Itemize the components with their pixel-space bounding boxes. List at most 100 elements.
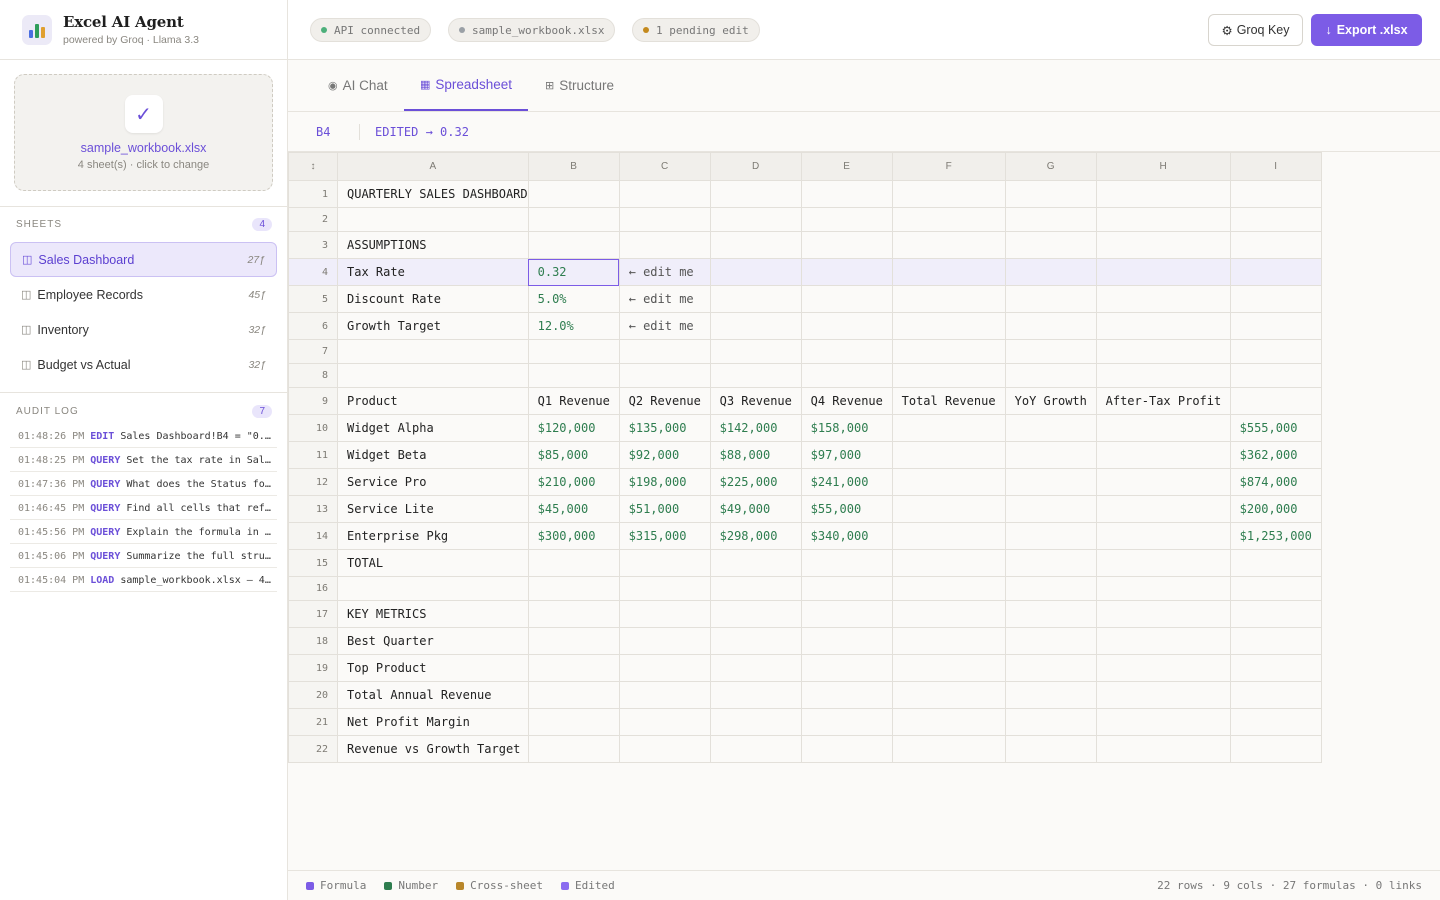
audit-log-item[interactable]: 01:48:25 PM QUERY Set the tax rate in Sa… (10, 450, 277, 472)
grid-cell[interactable] (1004, 681, 1097, 709)
grid-cell[interactable] (891, 180, 1006, 208)
grid-cell[interactable] (1229, 600, 1322, 628)
grid-cell[interactable]: $158,000 (800, 414, 893, 442)
grid-cell[interactable] (1095, 708, 1231, 736)
grid-cell[interactable] (1095, 339, 1231, 364)
grid-cell[interactable] (618, 735, 711, 763)
grid-cell[interactable]: 5.0% (527, 285, 620, 313)
grid-cell[interactable]: $88,000 (709, 441, 802, 469)
export-button[interactable]: ↓ Export .xlsx (1311, 14, 1422, 46)
grid-cell[interactable]: $340,000 (800, 522, 893, 550)
grid-cell[interactable] (1229, 207, 1322, 232)
grid-cell[interactable] (618, 654, 711, 682)
grid-cell[interactable]: QUARTERLY SALES DASHBOARD (337, 180, 529, 208)
grid-cell[interactable] (800, 363, 893, 388)
grid-cell[interactable] (1095, 231, 1231, 259)
grid-cell[interactable]: YoY Growth (1004, 387, 1097, 415)
grid-cell[interactable]: $85,000 (527, 441, 620, 469)
grid-cell[interactable] (709, 231, 802, 259)
grid-cell[interactable] (1229, 735, 1322, 763)
grid-cell[interactable] (709, 363, 802, 388)
grid-cell[interactable] (1229, 627, 1322, 655)
grid-cell[interactable] (1004, 708, 1097, 736)
grid-cell[interactable] (1004, 468, 1097, 496)
grid-cell[interactable] (1229, 363, 1322, 388)
grid-cell[interactable] (1229, 681, 1322, 709)
grid-cell[interactable] (1095, 258, 1231, 286)
grid-cell[interactable]: Growth Target (337, 312, 529, 340)
grid-cell[interactable]: $49,000 (709, 495, 802, 523)
grid-cell[interactable] (1004, 654, 1097, 682)
grid-cell[interactable] (1004, 549, 1097, 577)
column-header[interactable]: I (1229, 152, 1322, 181)
grid-cell[interactable] (1004, 339, 1097, 364)
grid-cell[interactable] (527, 681, 620, 709)
grid-cell[interactable]: Q4 Revenue (800, 387, 893, 415)
grid-cell[interactable] (1229, 339, 1322, 364)
grid-cell[interactable] (891, 339, 1006, 364)
grid-cell[interactable] (618, 708, 711, 736)
grid-cell[interactable] (891, 285, 1006, 313)
grid-cell[interactable]: KEY METRICS (337, 600, 529, 628)
column-header[interactable]: G (1004, 152, 1097, 181)
audit-log-item[interactable]: 01:48:26 PM EDIT Sales Dashboard!B4 = "0… (10, 426, 277, 448)
grid-cell[interactable] (1095, 207, 1231, 232)
grid-cell[interactable] (527, 708, 620, 736)
grid-cell[interactable]: $315,000 (618, 522, 711, 550)
audit-log-item[interactable]: 01:45:04 PM LOAD sample_workbook.xlsx — … (10, 570, 277, 592)
grid-cell[interactable] (891, 414, 1006, 442)
grid-cell[interactable]: $210,000 (527, 468, 620, 496)
grid-cell[interactable]: 12.0% (527, 312, 620, 340)
grid-cell[interactable]: ← edit me (618, 258, 711, 286)
row-number[interactable]: 3 (288, 231, 338, 259)
grid-cell[interactable] (1095, 468, 1231, 496)
grid-cell[interactable]: Widget Beta (337, 441, 529, 469)
grid-cell[interactable]: Discount Rate (337, 285, 529, 313)
grid-cell[interactable] (800, 708, 893, 736)
row-number[interactable]: 21 (288, 708, 338, 736)
grid-cell[interactable] (1229, 285, 1322, 313)
grid-cell[interactable] (618, 231, 711, 259)
column-header[interactable]: B (527, 152, 620, 181)
sheet-item-employee-records[interactable]: ◫ Employee Records 45ƒ (10, 277, 277, 312)
grid-cell[interactable] (1095, 576, 1231, 601)
grid-cell[interactable] (527, 735, 620, 763)
grid-cell[interactable]: $120,000 (527, 414, 620, 442)
grid-cell[interactable]: Best Quarter (337, 627, 529, 655)
grid-cell[interactable] (891, 258, 1006, 286)
column-header[interactable]: H (1095, 152, 1231, 181)
grid-cell[interactable]: Product (337, 387, 529, 415)
audit-log-item[interactable]: 01:45:56 PM QUERY Explain the formula in… (10, 522, 277, 544)
row-number[interactable]: 20 (288, 681, 338, 709)
tab-structure[interactable]: ⊞ Structure (545, 60, 614, 111)
grid-cell[interactable] (527, 231, 620, 259)
grid-cell[interactable]: Total Revenue (891, 387, 1006, 415)
grid-cell[interactable] (709, 207, 802, 232)
grid-cell[interactable] (618, 681, 711, 709)
grid-cell[interactable]: $55,000 (800, 495, 893, 523)
grid-cell[interactable] (618, 549, 711, 577)
grid-cell[interactable] (709, 735, 802, 763)
grid-cell[interactable] (1229, 708, 1322, 736)
grid-cell[interactable] (800, 549, 893, 577)
row-number[interactable]: 18 (288, 627, 338, 655)
column-header[interactable]: F (891, 152, 1006, 181)
grid-cell[interactable]: $92,000 (618, 441, 711, 469)
grid-cell[interactable] (618, 627, 711, 655)
tab-ai-chat[interactable]: ◉ AI Chat (328, 60, 388, 111)
grid-cell[interactable] (1095, 600, 1231, 628)
grid-cell[interactable]: Tax Rate (337, 258, 529, 286)
grid-cell[interactable]: $135,000 (618, 414, 711, 442)
row-number[interactable]: 6 (288, 312, 338, 340)
tab-spreadsheet[interactable]: ▦ Spreadsheet (404, 60, 528, 111)
column-header[interactable]: E (800, 152, 893, 181)
row-number[interactable]: 11 (288, 441, 338, 469)
grid-cell[interactable] (527, 576, 620, 601)
grid-cell[interactable]: $200,000 (1229, 495, 1322, 523)
grid-cell[interactable] (891, 681, 1006, 709)
grid-cell[interactable] (800, 180, 893, 208)
grid-cell[interactable] (1004, 180, 1097, 208)
grid-cell[interactable] (709, 180, 802, 208)
grid-cell[interactable] (891, 576, 1006, 601)
grid-cell[interactable] (1004, 231, 1097, 259)
